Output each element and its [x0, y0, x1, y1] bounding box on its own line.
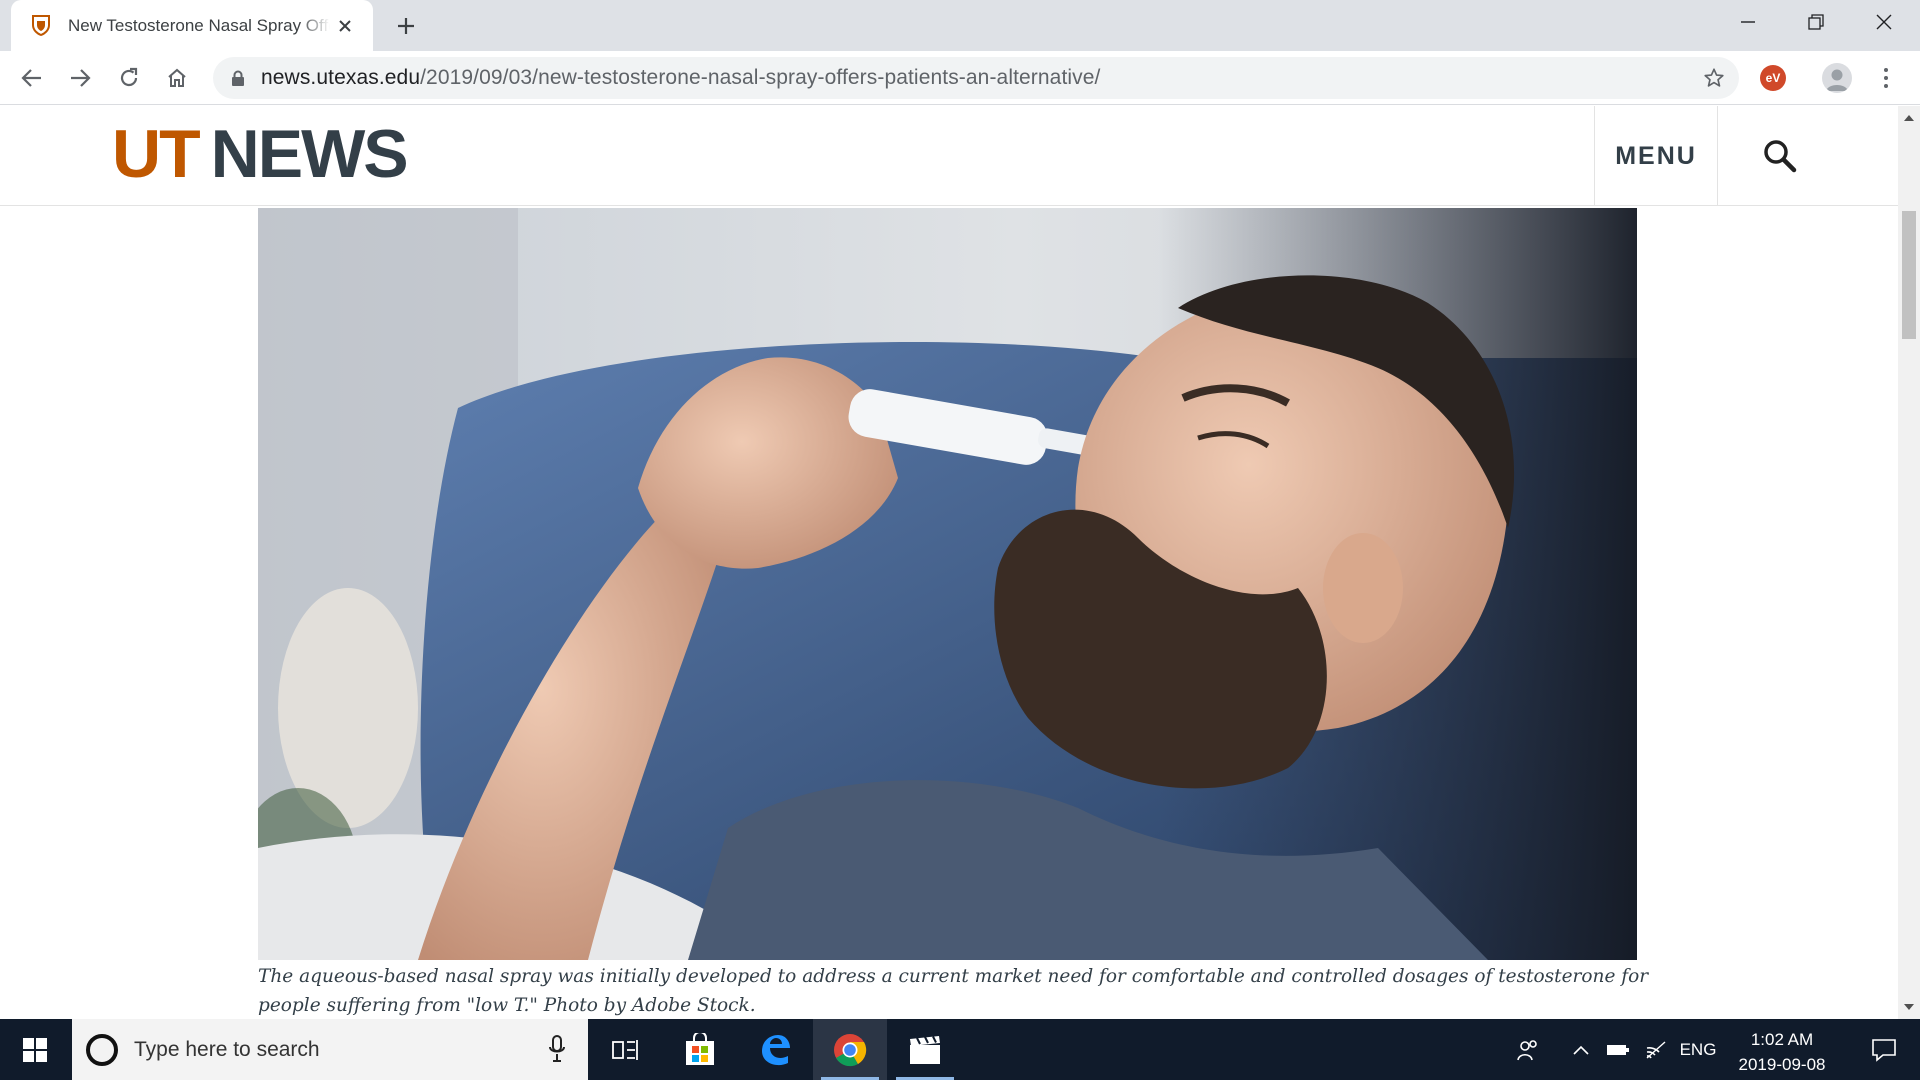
taskbar-search-box[interactable]: Type here to search — [72, 1019, 588, 1080]
windows-start-icon[interactable] — [0, 1019, 70, 1080]
ut-shield-favicon-icon — [30, 15, 52, 37]
minimize-button[interactable] — [1714, 0, 1782, 44]
logo-ut: UT — [112, 116, 201, 192]
url-host: news.utexas.edu — [261, 66, 421, 89]
edge-browser-icon[interactable] — [738, 1019, 812, 1080]
task-view-icon[interactable] — [588, 1019, 662, 1080]
wifi-icon[interactable] — [1639, 1019, 1673, 1080]
people-icon[interactable] — [1508, 1019, 1548, 1080]
nasal-spray-photo — [258, 208, 1637, 960]
scroll-up-arrow-icon[interactable] — [1898, 106, 1920, 130]
scroll-down-arrow-icon[interactable] — [1898, 995, 1920, 1019]
lock-icon[interactable] — [229, 69, 247, 87]
logo-news: NEWS — [210, 116, 409, 192]
tab-title: New Testosterone Nasal Spray Offers Pati… — [68, 15, 330, 35]
restore-button[interactable] — [1782, 0, 1850, 44]
back-button[interactable] — [15, 61, 49, 95]
bookmark-star-icon[interactable] — [1701, 65, 1727, 91]
url-path: /2019/09/03/new-testosterone-nasal-spray… — [420, 66, 1101, 89]
clock-date: 2019-09-08 — [1738, 1055, 1826, 1074]
windows-taskbar: Type here to search ENG 1:02 AM 2019-09-… — [0, 1019, 1920, 1080]
tab-close-icon[interactable] — [333, 14, 357, 38]
clock-time: 1:02 AM — [1750, 1030, 1814, 1049]
page-viewport: UT NEWS MENU The aqueous-based nasal spr… — [0, 106, 1898, 1019]
home-button[interactable] — [160, 61, 194, 95]
language-indicator[interactable]: ENG — [1676, 1019, 1720, 1080]
cortana-icon[interactable] — [86, 1033, 118, 1066]
browser-toolbar: news.utexas.edu/2019/09/03/new-testoster… — [0, 51, 1920, 105]
scrollbar-thumb[interactable] — [1902, 211, 1916, 339]
menu-button[interactable]: MENU — [1594, 106, 1718, 206]
extension-icon[interactable]: eV — [1760, 65, 1786, 91]
taskbar-search-placeholder: Type here to search — [134, 1037, 320, 1061]
hero-image — [258, 208, 1637, 960]
microsoft-store-icon[interactable] — [663, 1019, 737, 1080]
profile-avatar-icon[interactable] — [1822, 63, 1852, 93]
close-window-button[interactable] — [1850, 0, 1918, 44]
video-editor-icon[interactable] — [888, 1019, 962, 1080]
forward-button[interactable] — [63, 61, 97, 95]
taskbar-clock[interactable]: 1:02 AM 2019-09-08 — [1722, 1027, 1842, 1077]
reload-button[interactable] — [112, 61, 146, 95]
image-caption: The aqueous-based nasal spray was initia… — [258, 966, 1649, 1016]
microphone-icon[interactable] — [548, 1035, 566, 1068]
action-center-icon[interactable] — [1848, 1019, 1920, 1080]
chrome-taskbar-icon[interactable] — [813, 1019, 887, 1080]
screen: New Testosterone Nasal Spray Offers Pati… — [0, 0, 1920, 1080]
site-search-icon[interactable] — [1718, 106, 1842, 206]
address-bar[interactable]: news.utexas.edu/2019/09/03/new-testoster… — [213, 57, 1739, 99]
browser-tab[interactable]: New Testosterone Nasal Spray Offers Pati… — [11, 0, 373, 51]
browser-menu-icon[interactable] — [1876, 63, 1896, 93]
site-header: UT NEWS MENU — [0, 106, 1898, 206]
show-hidden-icons-chevron-icon[interactable] — [1566, 1019, 1596, 1080]
url-text: news.utexas.edu/2019/09/03/new-testoster… — [261, 66, 1100, 90]
battery-icon[interactable] — [1603, 1019, 1633, 1080]
ut-news-logo[interactable]: UT NEWS — [112, 120, 409, 188]
new-tab-button[interactable] — [392, 12, 420, 40]
page-scrollbar[interactable] — [1898, 106, 1920, 1019]
browser-tab-strip: New Testosterone Nasal Spray Offers Pati… — [0, 0, 1920, 51]
